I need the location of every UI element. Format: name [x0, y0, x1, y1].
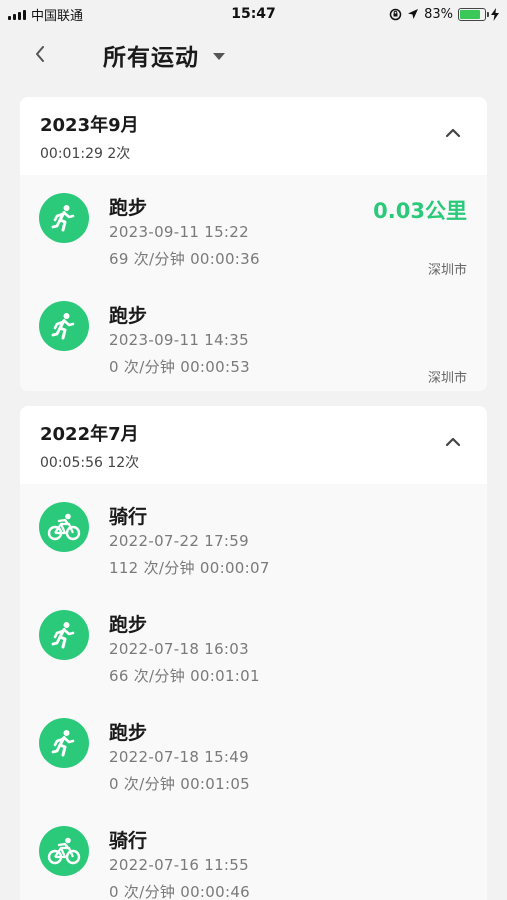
activity-datetime: 2022-07-18 15:49 [109, 748, 249, 766]
status-left: 中国联通 [8, 5, 83, 24]
activity-type: 骑行 [109, 506, 148, 528]
charging-bolt-icon [491, 7, 499, 21]
orientation-lock-icon [389, 8, 402, 20]
activity-item[interactable]: 骑行 2022-07-16 11:55 0 次/分钟 00:00:46 [20, 808, 487, 900]
activity-type: 跑步 [109, 305, 148, 327]
signal-icon [8, 9, 26, 20]
battery-percent: 83% [424, 6, 453, 22]
month-group-body: 跑步 2023-09-11 15:22 69 次/分钟 00:00:36 0.0… [20, 175, 487, 391]
group-summary: 00:05:56 12次 [40, 455, 140, 471]
running-icon [39, 193, 89, 243]
month-group-header[interactable]: 2023年9月 00:01:29 2次 [20, 97, 487, 175]
group-summary: 00:01:29 2次 [40, 146, 131, 162]
month-group-body: 骑行 2022-07-22 17:59 112 次/分钟 00:00:07 跑步… [20, 484, 487, 900]
activity-item[interactable]: 跑步 2023-09-11 15:22 69 次/分钟 00:00:36 0.0… [20, 175, 487, 283]
page-title: 所有运动 [103, 45, 199, 71]
status-bar: 中国联通 15:47 83% [0, 0, 507, 28]
activity-type: 跑步 [109, 197, 148, 219]
activity-datetime: 2022-07-18 16:03 [109, 640, 249, 658]
status-time: 15:47 [231, 6, 276, 22]
activity-stats: 69 次/分钟 00:00:36 [109, 250, 260, 268]
status-right: 83% [389, 7, 499, 22]
activity-datetime: 2022-07-16 11:55 [109, 856, 249, 874]
back-button[interactable] [30, 42, 50, 66]
running-icon [39, 301, 89, 351]
activity-datetime: 2023-09-11 15:22 [109, 223, 249, 241]
month-group-header[interactable]: 2022年7月 00:05:56 12次 [20, 406, 487, 484]
activity-stats: 66 次/分钟 00:01:01 [109, 667, 260, 685]
battery-icon [458, 7, 489, 21]
group-month-label: 2022年7月 [40, 424, 139, 445]
activity-city: 深圳市 [427, 263, 467, 278]
activity-list: 2023年9月 00:01:29 2次 跑步 2023-09-11 15:22 … [20, 97, 487, 900]
running-icon [39, 610, 89, 660]
activity-item[interactable]: 骑行 2022-07-22 17:59 112 次/分钟 00:00:07 [20, 484, 487, 592]
activity-datetime: 2023-09-11 14:35 [109, 331, 249, 349]
nav-header: 所有运动 [0, 28, 507, 80]
chevron-up-icon[interactable] [445, 125, 461, 141]
activity-stats: 0 次/分钟 00:00:53 [109, 358, 251, 376]
activity-datetime: 2022-07-22 17:59 [109, 532, 249, 550]
chevron-up-icon[interactable] [445, 434, 461, 450]
sport-filter-dropdown[interactable]: 所有运动 [103, 38, 225, 72]
cycling-icon [39, 826, 89, 876]
group-month-label: 2023年9月 [40, 115, 139, 136]
battery-fill [460, 9, 480, 19]
activity-stats: 0 次/分钟 00:00:46 [109, 883, 251, 900]
carrier-label: 中国联通 [31, 8, 84, 24]
running-icon [39, 718, 89, 768]
month-group: 2022年7月 00:05:56 12次 骑行 2022-07-22 17:59… [20, 406, 487, 900]
activity-city: 深圳市 [427, 371, 467, 386]
activity-item[interactable]: 跑步 2022-07-18 15:49 0 次/分钟 00:01:05 [20, 700, 487, 808]
dropdown-caret-icon [213, 52, 225, 60]
activity-stats: 0 次/分钟 00:01:05 [109, 775, 251, 793]
activity-item[interactable]: 跑步 2022-07-18 16:03 66 次/分钟 00:01:01 [20, 592, 487, 700]
month-group: 2023年9月 00:01:29 2次 跑步 2023-09-11 15:22 … [20, 97, 487, 391]
activity-type: 跑步 [109, 722, 148, 744]
activity-type: 骑行 [109, 830, 148, 852]
cycling-icon [39, 502, 89, 552]
activity-item[interactable]: 跑步 2023-09-11 14:35 0 次/分钟 00:00:53 深圳市 [20, 283, 487, 391]
activity-type: 跑步 [109, 614, 148, 636]
chevron-left-icon [36, 46, 44, 62]
location-arrow-icon [408, 9, 419, 19]
activity-stats: 112 次/分钟 00:00:07 [109, 559, 270, 577]
activity-distance: 0.03公里 [373, 199, 467, 223]
